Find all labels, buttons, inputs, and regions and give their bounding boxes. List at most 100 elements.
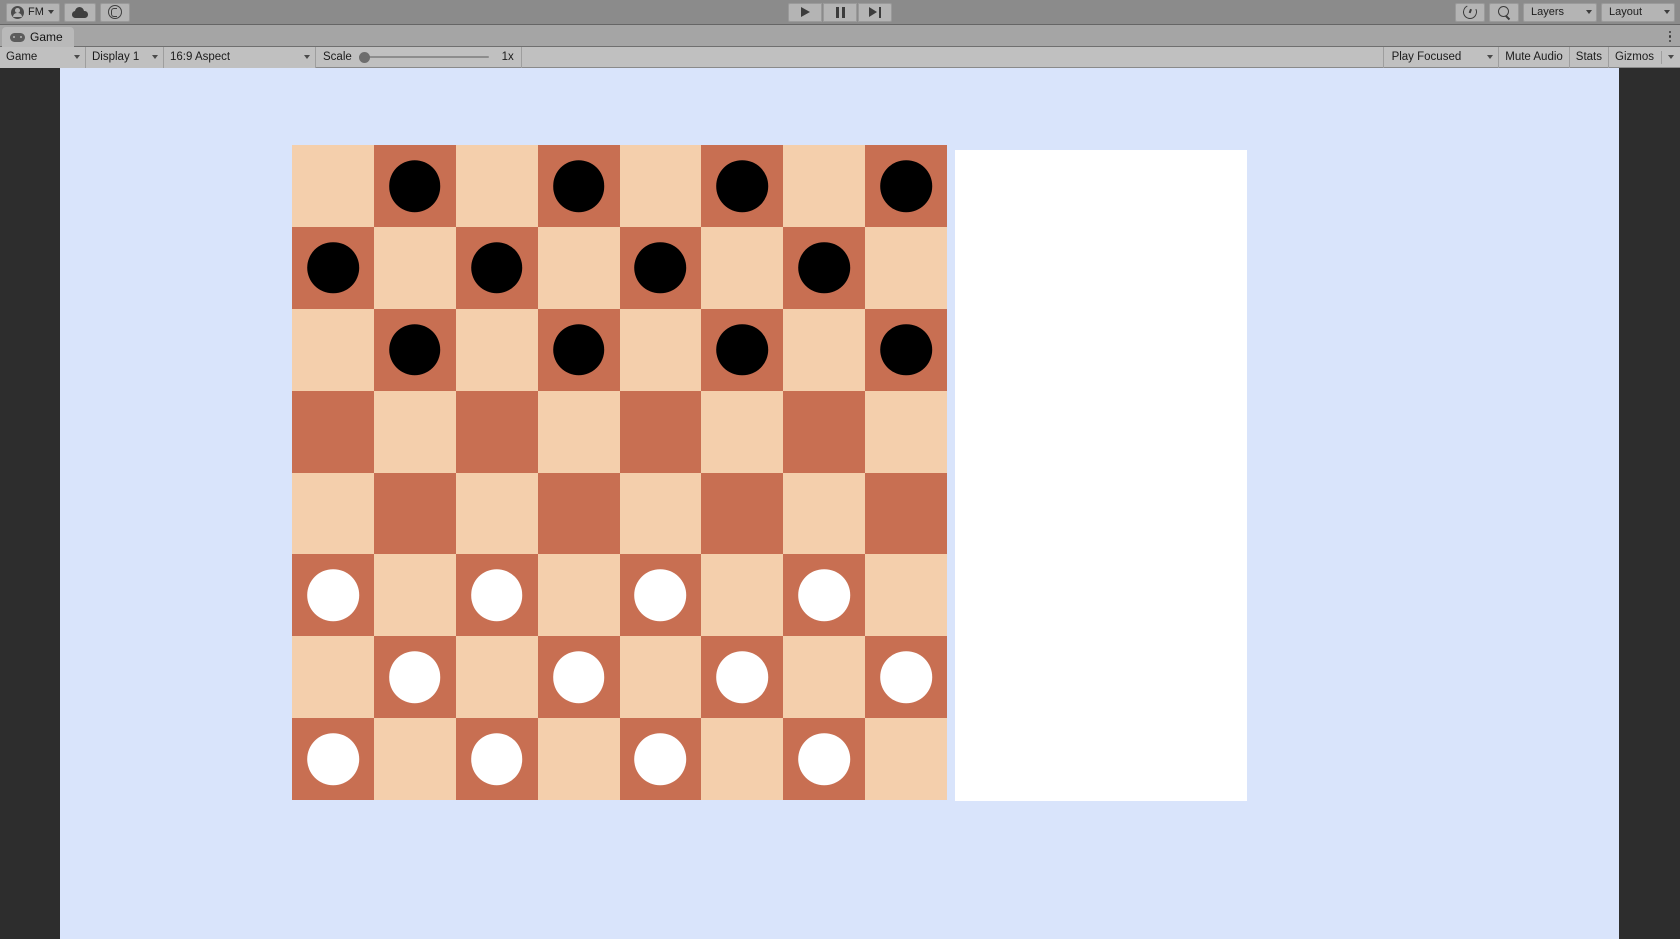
board-square[interactable] [537, 145, 620, 227]
board-square[interactable] [701, 554, 784, 637]
black-checker-piece[interactable] [716, 160, 769, 212]
board-square[interactable] [619, 226, 702, 309]
board-square[interactable] [292, 554, 374, 637]
account-button[interactable]: FM [6, 2, 60, 22]
board-square[interactable] [373, 390, 456, 473]
checkers-board[interactable] [292, 145, 947, 800]
board-square[interactable] [619, 145, 702, 227]
board-square[interactable] [292, 390, 374, 473]
board-square[interactable] [373, 554, 456, 637]
board-square[interactable] [783, 472, 866, 555]
board-square[interactable] [865, 308, 947, 391]
step-button[interactable] [858, 2, 892, 22]
search-button[interactable] [1489, 2, 1519, 22]
board-square[interactable] [619, 718, 702, 800]
cloud-button[interactable] [63, 2, 96, 22]
white-checker-piece[interactable] [307, 569, 359, 622]
board-square[interactable] [373, 718, 456, 800]
black-checker-piece[interactable] [880, 160, 932, 212]
black-checker-piece[interactable] [880, 323, 932, 376]
board-square[interactable] [783, 390, 866, 473]
white-checker-piece[interactable] [798, 569, 850, 622]
board-square[interactable] [455, 308, 538, 391]
board-square[interactable] [292, 718, 374, 800]
board-square[interactable] [537, 636, 620, 719]
white-checker-piece[interactable] [798, 733, 850, 785]
play-mode-dropdown[interactable]: Play Focused [1382, 46, 1499, 68]
board-square[interactable] [455, 472, 538, 555]
board-square[interactable] [537, 226, 620, 309]
board-square[interactable] [455, 390, 538, 473]
white-checker-piece[interactable] [716, 651, 769, 703]
board-square[interactable] [865, 390, 947, 473]
board-square[interactable] [537, 390, 620, 473]
board-square[interactable] [701, 472, 784, 555]
board-square[interactable] [455, 554, 538, 637]
black-checker-piece[interactable] [552, 323, 605, 376]
board-square[interactable] [373, 308, 456, 391]
white-checker-piece[interactable] [470, 733, 523, 785]
black-checker-piece[interactable] [307, 242, 359, 294]
board-square[interactable] [373, 636, 456, 719]
board-square[interactable] [373, 145, 456, 227]
board-square[interactable] [783, 308, 866, 391]
white-checker-piece[interactable] [307, 733, 359, 785]
board-square[interactable] [783, 718, 866, 800]
black-checker-piece[interactable] [389, 323, 441, 376]
board-square[interactable] [373, 472, 456, 555]
board-square[interactable] [537, 718, 620, 800]
board-square[interactable] [783, 226, 866, 309]
view-type-dropdown[interactable]: Game [0, 46, 86, 68]
layers-dropdown[interactable]: Layers [1523, 2, 1597, 22]
white-checker-piece[interactable] [470, 569, 523, 622]
layout-dropdown[interactable]: Layout [1601, 2, 1675, 22]
board-square[interactable] [701, 308, 784, 391]
board-square[interactable] [455, 718, 538, 800]
board-square[interactable] [701, 226, 784, 309]
board-square[interactable] [783, 554, 866, 637]
black-checker-piece[interactable] [716, 323, 769, 376]
game-canvas[interactable] [60, 68, 1619, 939]
white-checker-piece[interactable] [552, 651, 605, 703]
board-square[interactable] [701, 145, 784, 227]
board-square[interactable] [865, 226, 947, 309]
play-button[interactable] [788, 2, 822, 22]
board-square[interactable] [537, 472, 620, 555]
board-square[interactable] [701, 718, 784, 800]
display-dropdown[interactable]: Display 1 [86, 46, 164, 68]
board-square[interactable] [619, 636, 702, 719]
board-square[interactable] [537, 308, 620, 391]
board-square[interactable] [619, 472, 702, 555]
scale-slider[interactable] [358, 50, 489, 64]
board-square[interactable] [865, 145, 947, 227]
board-square[interactable] [783, 636, 866, 719]
black-checker-piece[interactable] [552, 160, 605, 212]
board-square[interactable] [865, 636, 947, 719]
board-square[interactable] [701, 390, 784, 473]
board-square[interactable] [292, 472, 374, 555]
board-square[interactable] [619, 554, 702, 637]
board-square[interactable] [865, 718, 947, 800]
board-square[interactable] [455, 145, 538, 227]
white-checker-piece[interactable] [634, 569, 687, 622]
white-checker-piece[interactable] [880, 651, 932, 703]
black-checker-piece[interactable] [798, 242, 850, 294]
board-square[interactable] [865, 554, 947, 637]
undo-history-button[interactable] [1455, 2, 1485, 22]
board-square[interactable] [292, 636, 374, 719]
board-square[interactable] [292, 308, 374, 391]
pause-button[interactable] [823, 2, 857, 22]
black-checker-piece[interactable] [470, 242, 523, 294]
gizmos-dropdown[interactable]: Gizmos [1608, 46, 1680, 68]
board-square[interactable] [292, 145, 374, 227]
black-checker-piece[interactable] [634, 242, 687, 294]
board-square[interactable] [783, 145, 866, 227]
board-square[interactable] [455, 226, 538, 309]
panel-options-button[interactable] [1668, 29, 1672, 44]
board-square[interactable] [373, 226, 456, 309]
white-checker-piece[interactable] [634, 733, 687, 785]
aspect-ratio-dropdown[interactable]: 16:9 Aspect [164, 46, 316, 68]
collab-button[interactable] [99, 2, 130, 22]
black-checker-piece[interactable] [389, 160, 441, 212]
white-checker-piece[interactable] [389, 651, 441, 703]
